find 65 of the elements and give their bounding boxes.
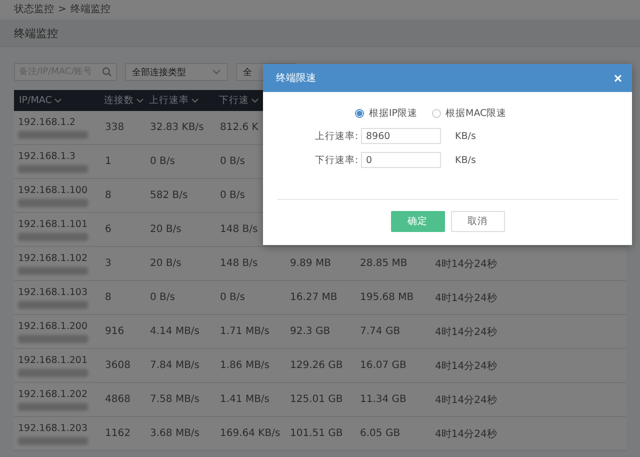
table-cell-text: 4时14分24秒 <box>435 258 497 270</box>
table-cell: 7.74 GB <box>360 326 400 337</box>
table-cell: 6 <box>105 224 112 235</box>
table-cell: 8 <box>105 292 112 303</box>
table-cell: 125.01 GB <box>290 394 343 405</box>
ip-address: 192.168.1.100 <box>18 184 88 196</box>
table-cell-text: 4时14分24秒 <box>435 360 497 372</box>
table-cell: 1 <box>105 156 112 167</box>
table-cell: 8 <box>105 190 112 201</box>
table-cell: 1.71 MB/s <box>220 326 270 337</box>
ip-address: 192.168.1.201 <box>18 354 88 366</box>
table-cell: 1.86 MB/s <box>220 360 270 371</box>
table-cell: 16.27 MB <box>290 292 338 303</box>
table-cell: 582 B/s <box>150 190 188 201</box>
table-cell: 92.3 GB <box>290 326 330 337</box>
table-cell: 1.41 MB/s <box>220 394 270 405</box>
ip-address: 192.168.1.102 <box>18 252 88 264</box>
table-cell: 4.14 MB/s <box>150 326 200 337</box>
table-cell: 195.68 MB <box>360 292 414 303</box>
table-cell: 812.6 K <box>220 122 258 133</box>
table-cell: 0 B/s <box>150 156 175 167</box>
table-cell: 101.51 GB <box>290 428 343 439</box>
unit-label: KB/s <box>455 130 476 142</box>
ip-address: 192.168.1.3 <box>18 150 76 162</box>
ip-address: 192.168.1.2 <box>18 116 76 128</box>
table-cell: 4868 <box>105 394 130 405</box>
table-cell-text: 4时14分24秒 <box>435 428 497 440</box>
table-cell: 7.84 MB/s <box>150 360 200 371</box>
table-cell-text: 4时14分24秒 <box>435 394 497 406</box>
table-cell: 3 <box>105 258 112 269</box>
table-cell: 6.05 GB <box>360 428 400 439</box>
table-cell: 916 <box>105 326 124 337</box>
ip-address: 192.168.1.202 <box>18 388 88 400</box>
table-cell: 9.89 MB <box>290 258 331 269</box>
table-cell: 11.34 GB <box>360 394 406 405</box>
table-cell: 169.64 KB/s <box>220 428 280 439</box>
page-title: 终端监控 <box>14 26 58 40</box>
ip-address: 192.168.1.101 <box>18 218 88 230</box>
breadcrumb-separator: > <box>58 4 66 14</box>
unit-label: KB/s <box>455 154 476 166</box>
table-cell: 338 <box>105 122 124 133</box>
table-cell: 0 B/s <box>150 292 175 303</box>
table-cell: 1162 <box>105 428 130 439</box>
table-cell-text: 4时14分24秒 <box>435 326 497 338</box>
ip-address: 192.168.1.203 <box>18 422 88 434</box>
table-cell: 16.07 GB <box>360 360 406 371</box>
ip-address: 192.168.1.200 <box>18 320 88 332</box>
table-cell: 32.83 KB/s <box>150 122 204 133</box>
table-cell: 0 B/s <box>220 292 245 303</box>
dialog-title: 终端限速 <box>276 72 316 85</box>
table-cell-text: 4时14分24秒 <box>435 292 497 304</box>
table-cell: 7.58 MB/s <box>150 394 200 405</box>
table-cell: 3.68 MB/s <box>150 428 200 439</box>
ip-address: 192.168.1.103 <box>18 286 88 298</box>
table-cell: 0 B/s <box>220 190 245 201</box>
field-label: 下行速率: <box>315 154 359 166</box>
field-label: 上行速率: <box>315 130 359 142</box>
table-cell: 20 B/s <box>150 224 182 235</box>
table-cell: 148 B/s <box>220 224 258 235</box>
table-cell: 3608 <box>105 360 130 371</box>
table-cell: 20 B/s <box>150 258 182 269</box>
table-cell: 0 B/s <box>220 156 245 167</box>
table-cell: 28.85 MB <box>360 258 408 269</box>
table-cell: 148 B/s <box>220 258 258 269</box>
table-cell: 129.26 GB <box>290 360 343 371</box>
